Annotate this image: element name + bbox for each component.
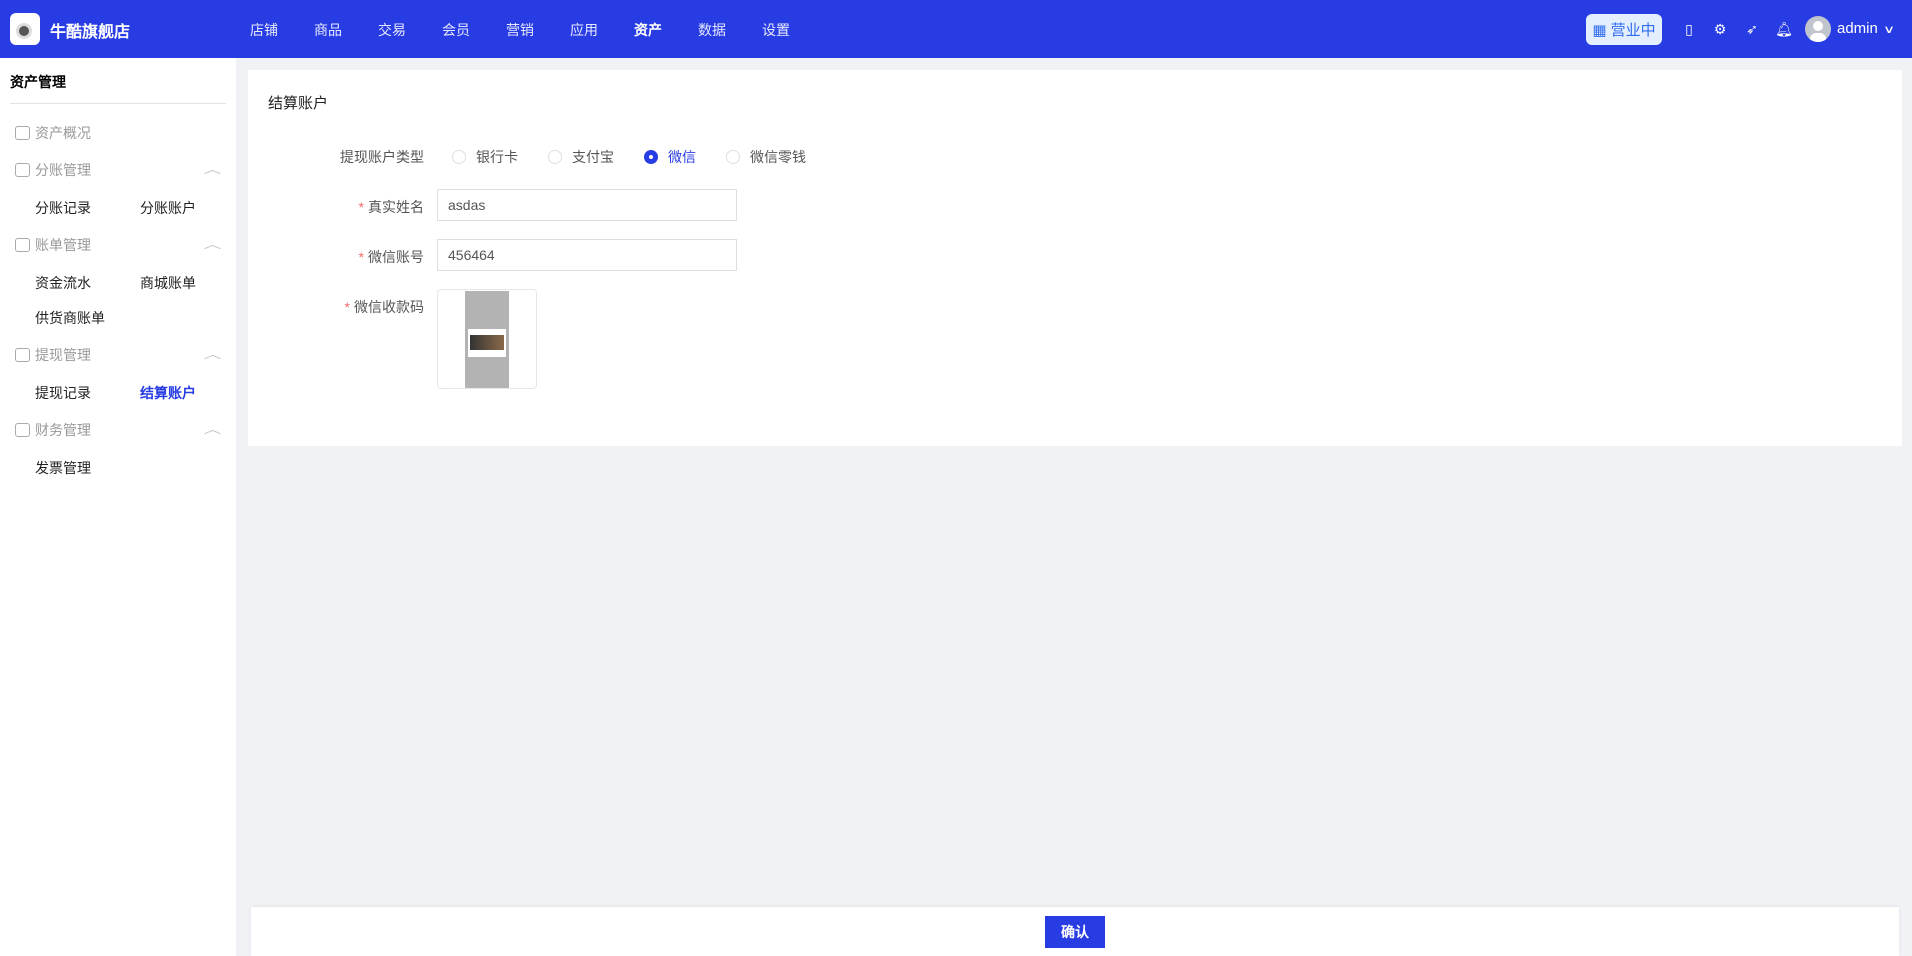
store-name: 牛酷旗舰店 (50, 24, 131, 41)
radio-label: 微信零钱 (750, 149, 806, 165)
account-type-label: 提现账户类型 (340, 149, 424, 165)
required-mark: * (358, 199, 364, 215)
card-icon (15, 348, 30, 362)
store-status-label: 营业中 (1610, 22, 1656, 39)
footer-bar: 确认 (251, 907, 1899, 956)
label: 微信账号 (368, 249, 424, 265)
sidebar-item-split-accounts[interactable]: 分账账户 (140, 198, 196, 218)
money-bag-icon (15, 163, 30, 177)
chevron-up-icon[interactable]: ︿ (204, 236, 222, 252)
chevron-down-icon[interactable]: ∨ (1876, 20, 1903, 38)
nav-marketing[interactable]: 营销 (506, 20, 570, 40)
mobile-icon[interactable]: ▯ (1680, 20, 1698, 38)
qr-image-thumbnail (465, 291, 509, 388)
shop-icon: ▦ (1592, 21, 1607, 39)
sidebar-group-bills[interactable]: 账单管理 (15, 235, 91, 255)
sidebar-group-withdraw[interactable]: 提现管理 (15, 345, 91, 365)
chevron-up-icon[interactable]: ︿ (204, 421, 222, 437)
store-status-button[interactable]: ▦ 营业中 (1586, 14, 1662, 45)
main-nav: 店铺 商品 交易 会员 营销 应用 资产 数据 设置 (250, 20, 826, 40)
nav-goods[interactable]: 商品 (314, 20, 378, 40)
radio-label: 支付宝 (572, 149, 614, 165)
top-header: 牛酷旗舰店 店铺 商品 交易 会员 营销 应用 资产 数据 设置 ▦ 营业中 ▯ … (0, 0, 1912, 58)
qr-code-upload[interactable] (437, 289, 537, 389)
sidebar-item-invoice[interactable]: 发票管理 (35, 458, 91, 478)
sidebar-group-finance[interactable]: 财务管理 (15, 420, 91, 440)
sidebar-item-fund-flow[interactable]: 资金流水 (35, 273, 91, 293)
sidebar-item-mall-bill[interactable]: 商城账单 (140, 273, 196, 293)
sidebar-item-settlement-account[interactable]: 结算账户 (140, 383, 196, 403)
radio-label: 微信 (668, 149, 696, 165)
account-type-radio-group: 银行卡 支付宝 微信 微信零钱 (452, 147, 836, 167)
label: 分账管理 (35, 162, 91, 178)
bell-icon[interactable]: 🔔︎ (1775, 20, 1793, 38)
sidebar-item-withdraw-records[interactable]: 提现记录 (35, 383, 91, 403)
nav-apps[interactable]: 应用 (570, 20, 634, 40)
confirm-button[interactable]: 确认 (1045, 916, 1105, 948)
wechat-qr-label: * 微信收款码 (345, 297, 424, 317)
nav-member[interactable]: 会员 (442, 20, 506, 40)
gear-icon[interactable]: ⚙ (1711, 20, 1729, 38)
eye-icon (15, 126, 30, 140)
page-title: 结算账户 (268, 95, 329, 112)
chevron-up-icon[interactable]: ︿ (204, 161, 222, 177)
label: 账单管理 (35, 237, 91, 253)
nav-shop[interactable]: 店铺 (250, 20, 314, 40)
label: 资产概况 (35, 125, 91, 141)
radio-label: 银行卡 (476, 149, 518, 165)
sidebar-item-split-records[interactable]: 分账记录 (35, 198, 91, 218)
required-mark: * (358, 249, 364, 265)
chevron-up-icon[interactable]: ︿ (204, 346, 222, 362)
real-name-input[interactable] (437, 189, 737, 221)
radio-wechat[interactable]: 微信 (644, 147, 696, 167)
wechat-account-label: * 微信账号 (359, 247, 424, 267)
radio-bank-card[interactable]: 银行卡 (452, 147, 518, 167)
sidebar-group-split[interactable]: 分账管理 (15, 160, 91, 180)
real-name-label: * 真实姓名 (359, 197, 424, 217)
nav-assets[interactable]: 资产 (634, 20, 698, 40)
settlement-form-card: 结算账户 提现账户类型 银行卡 支付宝 微信 微信零钱 *真实姓名 *微信账号 … (248, 70, 1902, 446)
nav-trade[interactable]: 交易 (378, 20, 442, 40)
sidebar-item-overview[interactable]: 资产概况 (15, 123, 91, 143)
username[interactable]: admin (1837, 20, 1878, 37)
label: 提现管理 (35, 347, 91, 363)
wechat-account-input[interactable] (437, 239, 737, 271)
required-mark: * (344, 299, 350, 315)
rocket-icon[interactable]: ➶ (1743, 20, 1761, 38)
label: 财务管理 (35, 422, 91, 438)
sidebar: 资产管理 资产概况 分账管理 ︿ 分账记录 分账账户 账单管理 ︿ 资金流水 商… (0, 58, 236, 956)
radio-wechat-change[interactable]: 微信零钱 (726, 147, 806, 167)
sidebar-title: 资产管理 (10, 74, 66, 90)
store-logo (10, 13, 40, 45)
divider (10, 103, 226, 104)
label: 微信收款码 (354, 299, 424, 315)
radio-alipay[interactable]: 支付宝 (548, 147, 614, 167)
chart-icon (15, 238, 30, 252)
nav-settings[interactable]: 设置 (762, 20, 826, 40)
sidebar-item-supplier-bill[interactable]: 供货商账单 (35, 308, 105, 328)
invoice-icon (15, 423, 30, 437)
avatar[interactable] (1805, 16, 1831, 42)
nav-data[interactable]: 数据 (698, 20, 762, 40)
label: 真实姓名 (368, 199, 424, 215)
